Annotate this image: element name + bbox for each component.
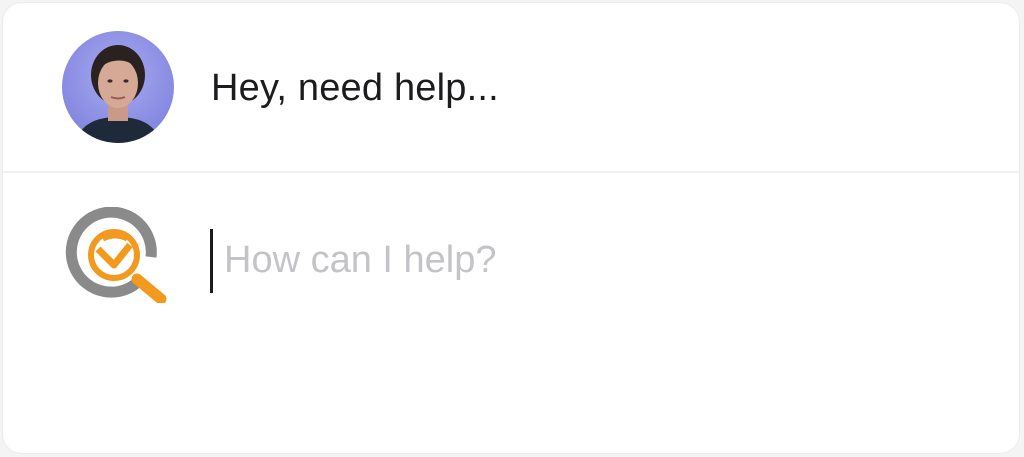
- chat-input[interactable]: [210, 229, 970, 291]
- avatar: [62, 31, 174, 143]
- chat-widget: Hey, need help...: [2, 2, 1020, 454]
- agent-message-row: Hey, need help...: [3, 3, 1019, 173]
- search-logo-icon: [65, 207, 169, 303]
- composer-row: [3, 173, 1019, 453]
- agent-message: Hey, need help...: [211, 67, 499, 109]
